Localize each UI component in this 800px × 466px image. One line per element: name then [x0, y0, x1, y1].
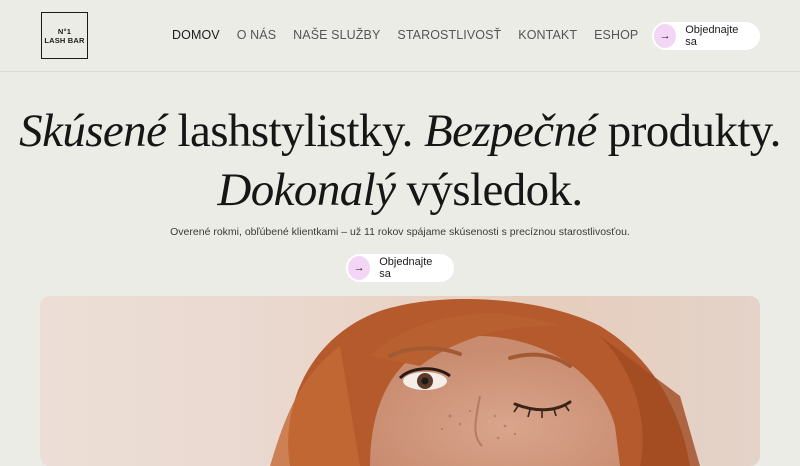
nav-item-eshop[interactable]: ESHOP	[594, 28, 638, 42]
hero-portrait-image	[270, 299, 700, 466]
hero-headline: Skúsené lashstylistky. Bezpečné produkty…	[0, 102, 800, 220]
headline-word-1: Skúsené	[19, 105, 167, 157]
site-header: N°1 LASH BAR DOMOV O NÁS NAŠE SLUŽBY STA…	[0, 0, 800, 72]
hero-image	[40, 296, 760, 466]
nav-item-nase-sluzby[interactable]: NAŠE SLUŽBY	[293, 28, 380, 42]
headline-text-2: produkty.	[596, 105, 782, 157]
headline-word-2: Bezpečné	[423, 105, 597, 157]
nav-item-domov[interactable]: DOMOV	[172, 28, 220, 42]
header-book-label: Objednajte sa	[685, 24, 739, 48]
main-nav: DOMOV O NÁS NAŠE SLUŽBY STAROSTLIVOSŤ KO…	[172, 28, 655, 42]
nav-item-starostlivost[interactable]: STAROSTLIVOSŤ	[397, 28, 501, 42]
logo[interactable]: N°1 LASH BAR	[41, 12, 88, 59]
arrow-right-icon: →	[348, 256, 371, 280]
logo-line1: N°1	[57, 26, 72, 36]
hero-subtitle: Overené rokmi, obľúbené klientkami – už …	[170, 226, 630, 238]
arrow-right-icon: →	[654, 24, 677, 48]
headline-word-3: Dokonalý	[217, 164, 396, 216]
header-book-button[interactable]: → Objednajte sa	[652, 22, 760, 50]
hero-book-button[interactable]: → Objednajte sa	[346, 254, 454, 282]
logo-line2: LASH BAR	[44, 35, 85, 45]
hero-book-label: Objednajte sa	[379, 256, 433, 280]
nav-item-o-nas[interactable]: O NÁS	[237, 28, 276, 42]
headline-text-1: lashstylistky.	[166, 105, 424, 157]
nav-item-kontakt[interactable]: KONTAKT	[518, 28, 577, 42]
headline-text-3: výsledok.	[395, 164, 583, 216]
